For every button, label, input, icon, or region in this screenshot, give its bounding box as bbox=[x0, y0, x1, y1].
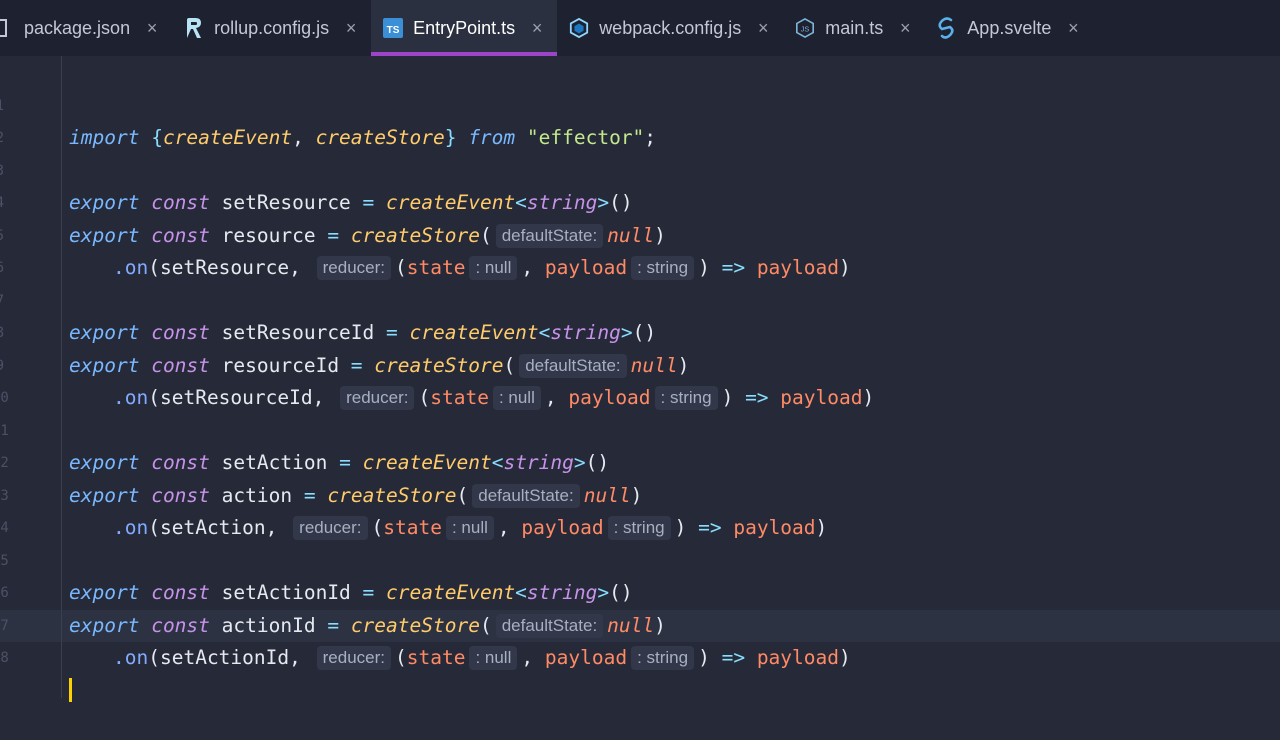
close-icon[interactable]: × bbox=[343, 18, 359, 39]
code-editor[interactable]: 1 import {createEvent, createStore} from… bbox=[0, 57, 1280, 702]
code-line: 6 bbox=[0, 220, 1280, 276]
code-line: 9 .on(setResourceId, reducer:(state: nul… bbox=[0, 317, 1280, 410]
code-line: 16 export const actionId = createStore(d… bbox=[0, 545, 1280, 638]
close-icon[interactable]: × bbox=[897, 18, 913, 39]
tab-label: webpack.config.js bbox=[599, 17, 742, 38]
tab-label: App.svelte bbox=[967, 17, 1052, 38]
code-line: 5 .on(setResource, reducer:(state: null,… bbox=[0, 187, 1280, 280]
svg-text:JS: JS bbox=[801, 25, 810, 34]
code-line: 1 import {createEvent, createStore} from… bbox=[0, 57, 1280, 150]
tab-main-ts[interactable]: JS main.ts × bbox=[783, 0, 925, 56]
tab-app-svelte[interactable]: App.svelte × bbox=[925, 0, 1093, 56]
code-line: 3 export const setResource = createEvent… bbox=[0, 122, 1280, 215]
code-line: 11 export const setAction = createEvent<… bbox=[0, 382, 1280, 475]
close-icon[interactable]: × bbox=[529, 18, 545, 39]
svelte-icon bbox=[937, 17, 957, 39]
editor-tab-bar: package.json × rollup.config.js × TS Ent… bbox=[0, 0, 1280, 56]
code-line: 15 export const setActionId = createEven… bbox=[0, 512, 1280, 605]
webpack-icon bbox=[569, 17, 589, 39]
line-number: 18 bbox=[0, 650, 9, 666]
close-icon[interactable]: × bbox=[1065, 18, 1081, 39]
code-line: 7 export const setResourceId = createEve… bbox=[0, 252, 1280, 345]
code-line: 18 bbox=[0, 610, 1280, 702]
code-line: 4 export const resource = createStore(de… bbox=[0, 155, 1280, 248]
tab-entrypoint-ts[interactable]: TS EntryPoint.ts × bbox=[371, 0, 558, 56]
close-icon[interactable]: × bbox=[755, 18, 771, 39]
code-line: 17 .on(setActionId, reducer:(state: null… bbox=[0, 577, 1280, 670]
close-icon[interactable]: × bbox=[144, 18, 160, 39]
svg-text:TS: TS bbox=[387, 25, 400, 36]
code-line: 12 export const action = createStore(def… bbox=[0, 415, 1280, 508]
tab-label: rollup.config.js bbox=[214, 17, 330, 38]
tab-label: main.ts bbox=[825, 17, 884, 38]
inlay-hint: : string bbox=[631, 646, 695, 670]
code-line: 13 .on(setAction, reducer:(state: null, … bbox=[0, 447, 1280, 540]
tab-label: EntryPoint.ts bbox=[413, 17, 516, 38]
tab-webpack-config[interactable]: webpack.config.js × bbox=[557, 0, 783, 56]
inlay-hint: reducer: bbox=[316, 646, 391, 670]
code-line: 10 bbox=[0, 350, 1280, 406]
tab-rollup-config[interactable]: rollup.config.js × bbox=[172, 0, 371, 56]
code-line: 14 bbox=[0, 480, 1280, 536]
tab-package-json[interactable]: package.json × bbox=[0, 0, 172, 56]
json-file-icon bbox=[0, 18, 14, 38]
rollup-icon bbox=[184, 18, 204, 38]
line-content bbox=[69, 675, 72, 708]
line-content: .on(setActionId, reducer: (state: null, p… bbox=[113, 646, 851, 670]
code-line: 2 bbox=[0, 90, 1280, 146]
inlay-hint: : null bbox=[469, 646, 518, 670]
tab-label: package.json bbox=[24, 17, 131, 38]
nodejs-icon: JS bbox=[795, 17, 815, 39]
code-line: 8 export const resourceId = createStore(… bbox=[0, 285, 1280, 378]
typescript-icon: TS bbox=[383, 18, 404, 38]
